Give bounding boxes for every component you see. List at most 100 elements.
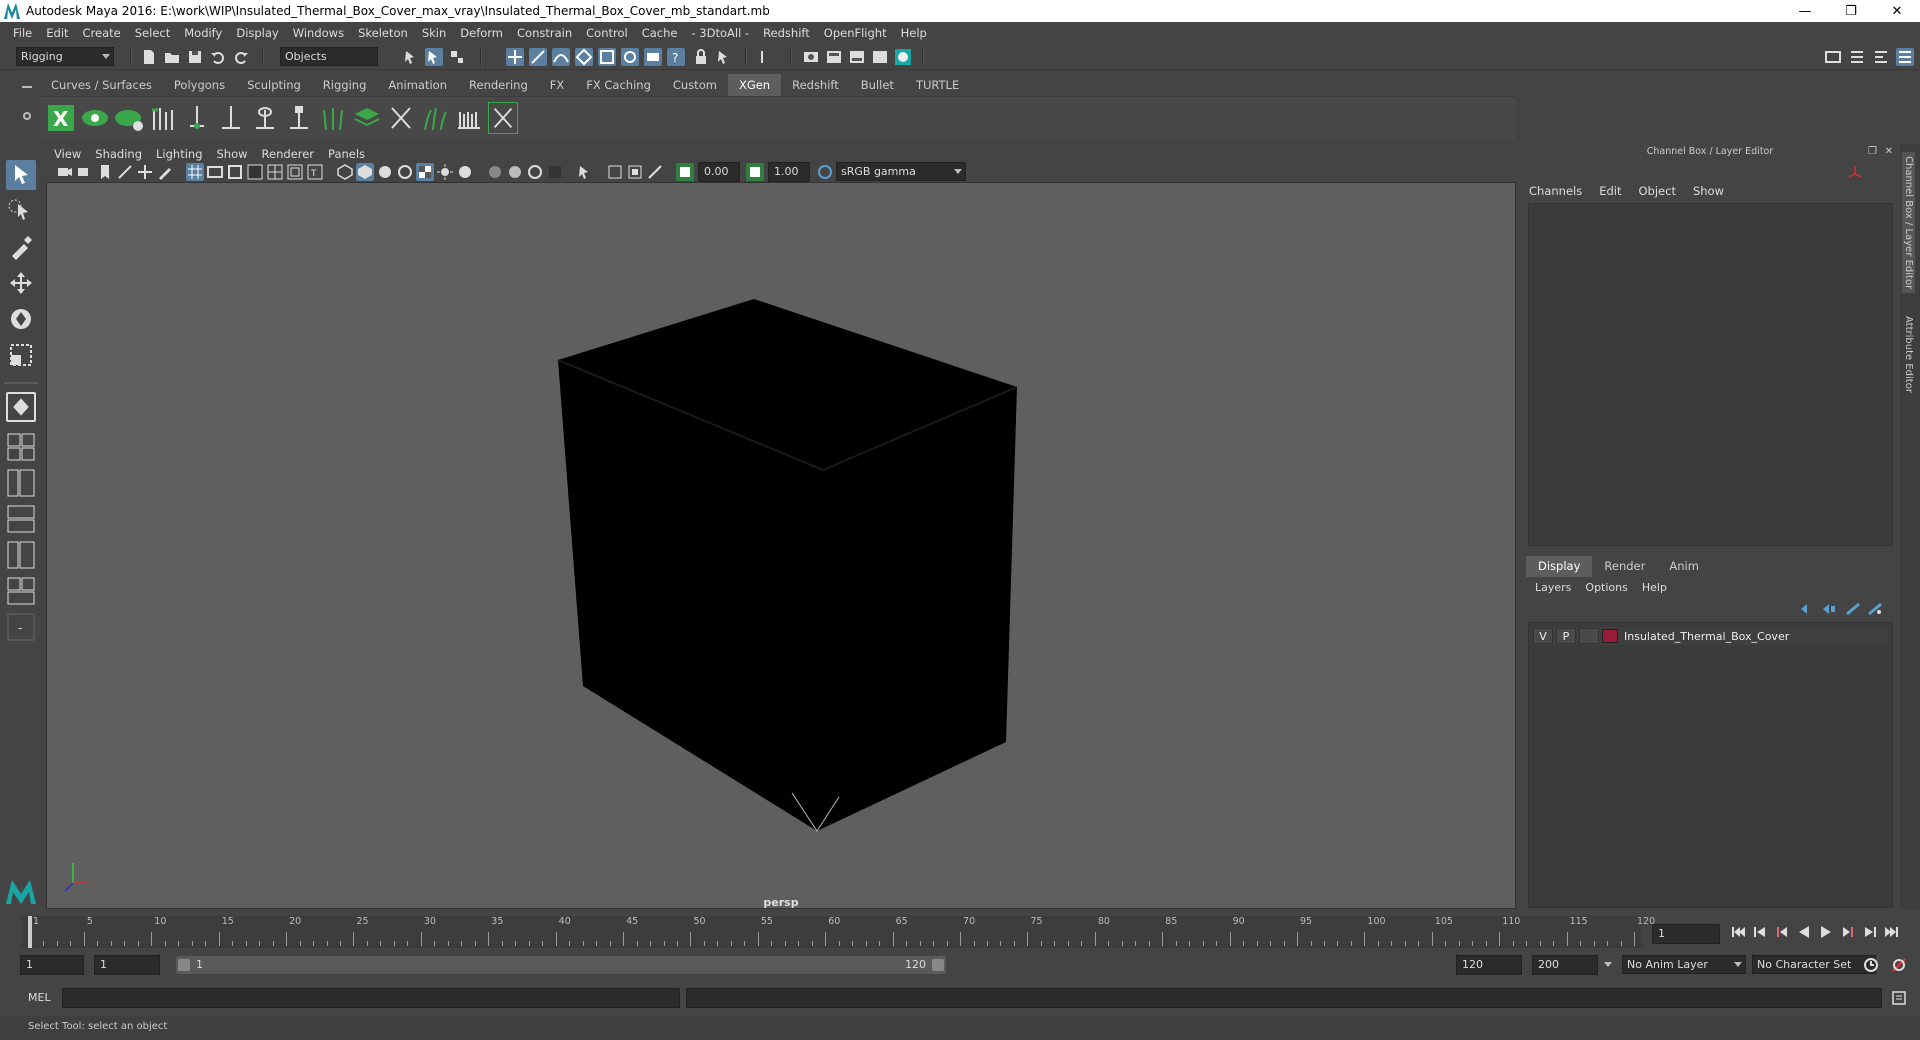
animation-start-field[interactable]: 1 (20, 955, 84, 975)
play-forwards-icon[interactable] (1818, 924, 1834, 940)
auto-key-icon[interactable] (1862, 956, 1880, 974)
shadows-icon[interactable] (456, 163, 474, 181)
select-by-misc-icon[interactable]: ? (667, 48, 685, 66)
shelf-tab-rigging[interactable]: Rigging (311, 74, 378, 96)
playback-start-field[interactable]: 1 (94, 955, 160, 975)
viewport-menu-show[interactable]: Show (217, 147, 256, 161)
screen-space-ao-icon[interactable] (486, 163, 504, 181)
select-by-surface-icon[interactable] (575, 48, 593, 66)
four-view-layout-icon[interactable] (6, 432, 36, 462)
lasso-tool-icon[interactable] (6, 196, 36, 226)
menu-file[interactable]: File (6, 26, 39, 40)
shelf-tab-sculpting[interactable]: Sculpting (236, 74, 312, 96)
menu-edit[interactable]: Edit (39, 26, 75, 40)
new-scene-icon[interactable] (140, 48, 158, 66)
xgen-select-guide-icon[interactable] (182, 102, 212, 134)
scale-tool-icon[interactable] (6, 340, 36, 370)
layer-display-type-toggle[interactable] (1579, 628, 1599, 644)
xgen-lock-guides-icon[interactable] (284, 102, 314, 134)
lock-selection-icon[interactable] (692, 48, 710, 66)
camera-attributes-icon[interactable] (76, 163, 94, 181)
create-layer-from-selected-icon[interactable] (1867, 602, 1883, 616)
channel-box-menu-object[interactable]: Object (1639, 184, 1676, 198)
safe-title-icon[interactable]: T (306, 163, 324, 181)
panel-close-icon[interactable]: ✕ (1885, 146, 1893, 157)
menu-cache[interactable]: Cache (635, 26, 685, 40)
select-tool-icon[interactable] (6, 160, 36, 190)
menu-control[interactable]: Control (579, 26, 635, 40)
rotate-tool-icon[interactable] (6, 304, 36, 334)
layer-menu-help[interactable]: Help (1642, 581, 1667, 594)
exposure-icon[interactable] (676, 163, 694, 181)
textured-icon[interactable] (416, 163, 434, 181)
color-management-icon[interactable] (816, 163, 834, 181)
use-all-lights-icon[interactable] (436, 163, 454, 181)
viewport-menu-panels[interactable]: Panels (328, 147, 373, 161)
gate-mask-icon[interactable] (246, 163, 264, 181)
persp-graph-layout-icon[interactable] (6, 504, 36, 534)
xgen-sculpt-guides-icon[interactable] (386, 102, 416, 134)
channel-box-menu-edit[interactable]: Edit (1599, 184, 1621, 198)
multisample-aa-icon[interactable] (526, 163, 544, 181)
menu-create[interactable]: Create (76, 26, 128, 40)
render-view-icon[interactable] (871, 48, 889, 66)
current-time-indicator[interactable] (28, 916, 32, 948)
thermal-box-cover-mesh[interactable] (558, 299, 1017, 831)
menu-modify[interactable]: Modify (177, 26, 229, 40)
default-material-icon[interactable] (376, 163, 394, 181)
select-camera-icon[interactable] (56, 163, 74, 181)
menu-openflight[interactable]: OpenFlight (817, 26, 894, 40)
select-hierarchy-icon[interactable] (402, 48, 420, 66)
playback-end-field[interactable]: 120 (1456, 955, 1522, 975)
xgen-comb-icon[interactable] (454, 102, 484, 134)
xgen-groom-icon[interactable] (420, 102, 450, 134)
select-by-rendering-icon[interactable] (644, 48, 662, 66)
select-by-handle-icon[interactable] (506, 48, 524, 66)
menu-redshift[interactable]: Redshift (756, 26, 817, 40)
move-layer-down-icon[interactable] (1821, 602, 1837, 616)
minimize-button[interactable]: — (1782, 0, 1828, 22)
open-scene-icon[interactable] (163, 48, 181, 66)
layer-row[interactable]: V P Insulated_Thermal_Box_Cover (1533, 627, 1889, 645)
gamma-field[interactable]: 1.00 (768, 162, 810, 182)
safe-action-icon[interactable] (286, 163, 304, 181)
redo-icon[interactable] (232, 48, 250, 66)
view-transform-dropdown[interactable]: sRGB gamma (836, 162, 966, 181)
two-d-pan-zoom-icon[interactable] (136, 163, 154, 181)
resolution-gate-icon[interactable] (226, 163, 244, 181)
shelf-tab-custom[interactable]: Custom (661, 74, 728, 96)
range-end-handle[interactable] (932, 959, 944, 971)
perspective-viewport[interactable]: persp (46, 182, 1516, 909)
viewport-menu-shading[interactable]: Shading (95, 147, 150, 161)
shelf-tab-bullet[interactable]: Bullet (849, 74, 905, 96)
isolate-select-icon[interactable] (576, 163, 594, 181)
hypershade-layout-icon[interactable] (6, 576, 36, 606)
outliner-graph-layout-icon[interactable] (6, 540, 36, 570)
step-back-frame-icon[interactable] (1752, 924, 1768, 940)
render-settings-icon[interactable] (802, 48, 820, 66)
xgen-editor-icon[interactable]: X (46, 102, 76, 134)
step-forward-key-icon[interactable] (1840, 924, 1856, 940)
shelf-tab-turtle[interactable]: TURTLE (904, 74, 971, 96)
layer-name[interactable]: Insulated_Thermal_Box_Cover (1624, 630, 1789, 643)
shelf-handle[interactable] (20, 78, 34, 134)
wireframe-on-shaded-icon[interactable] (396, 163, 414, 181)
select-component-icon[interactable] (448, 48, 466, 66)
shelf-tab-curves-surfaces[interactable]: Curves / Surfaces (40, 74, 163, 96)
menu-3dtoall[interactable]: - 3DtoAll - (684, 26, 756, 40)
create-empty-layer-icon[interactable] (1845, 602, 1861, 616)
panel-float-icon[interactable]: ❐ (1868, 146, 1877, 157)
go-to-end-icon[interactable] (1884, 924, 1900, 940)
undo-icon[interactable] (209, 48, 227, 66)
layer-color-swatch[interactable] (1602, 629, 1618, 643)
viewport-menu-view[interactable]: View (54, 147, 89, 161)
character-set-dropdown[interactable]: No Character Set (1752, 955, 1876, 974)
menu-skeleton[interactable]: Skeleton (351, 26, 415, 40)
scene-canvas[interactable] (47, 183, 1516, 909)
xgen-clear-preview-icon[interactable] (114, 102, 144, 134)
shelf-tab-redshift[interactable]: Redshift (781, 74, 850, 96)
film-gate-icon[interactable] (206, 163, 224, 181)
depth-of-field-icon[interactable] (546, 163, 564, 181)
layer-menu-options[interactable]: Options (1585, 581, 1627, 594)
xray-active-components-icon[interactable] (626, 163, 644, 181)
